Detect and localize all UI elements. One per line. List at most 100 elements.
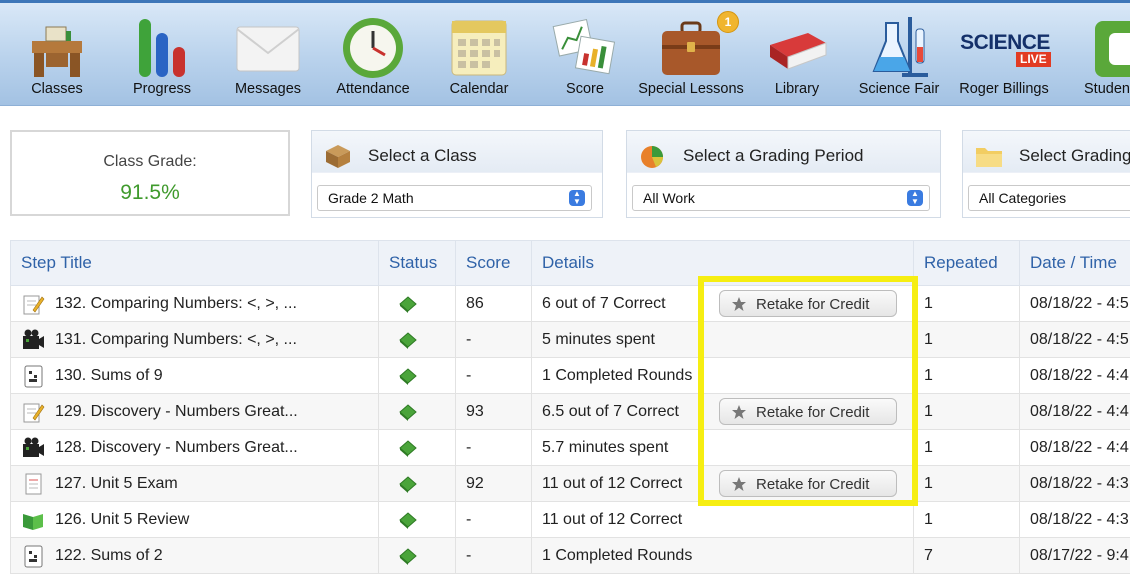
step-title-cell[interactable]: 131. Comparing Numbers: <, >, ... [10,321,379,358]
step-title-cell[interactable]: 129. Discovery - Numbers Great... [10,393,379,430]
status-complete-icon [399,475,417,493]
repeated-cell: 1 [913,285,1020,322]
worksheet-icon [24,365,43,388]
step-title-cell[interactable]: 126. Unit 5 Review [10,501,379,538]
score-cell: - [455,429,532,466]
toolbar-item-roger-billings[interactable]: SCIENCE LIVE Roger Billings [952,3,1056,106]
table-row[interactable]: 129. Discovery - Numbers Great... 93 6.5 o… [10,393,1130,430]
exam-icon [25,473,42,495]
status-cell [378,357,456,394]
toolbar-item-messages[interactable]: Messages [216,3,320,106]
step-title-cell[interactable]: 122. Sums of 2 [10,537,379,574]
class-grade-box: Class Grade: 91.5% [10,130,290,216]
toolbar-item-attendance[interactable]: Attendance [321,3,425,106]
grading-period-dropdown[interactable]: All Work ▲ ▼ [632,185,930,211]
step-title-cell[interactable]: 127. Unit 5 Exam [10,465,379,502]
score-charts-icon [552,18,616,75]
column-header-details[interactable]: Details [531,240,914,286]
bar-chart-icon [139,19,185,77]
column-header-date-time[interactable]: Date / Time [1019,240,1130,286]
toolbar-item-classes[interactable]: Classes [5,3,109,106]
repeated-cell: 1 [913,429,1020,466]
table-row[interactable]: 126. Unit 5 Review -11 out of 12 Correct 1… [10,501,1130,538]
star-icon [732,297,746,311]
status-complete-icon [399,439,417,457]
date-time-cell: 08/18/22 - 4:3 [1019,501,1130,538]
details-cell: 1 Completed Rounds [531,537,914,574]
dropdown-arrows-icon: ▲ ▼ [907,190,923,206]
worksheet-icon [24,545,43,568]
box-icon [326,145,350,168]
grading-period-dropdown-value: All Work [643,190,695,206]
step-title-cell[interactable]: 128. Discovery - Numbers Great... [10,429,379,466]
status-complete-icon [399,547,417,565]
class-dropdown[interactable]: Grade 2 Math ▲ ▼ [317,185,592,211]
class-grade-label: Class Grade: [103,153,197,170]
table-row[interactable]: 127. Unit 5 Exam 92 11 out of 12 Correct Re… [10,465,1130,502]
toolbar-item-progress[interactable]: Progress [110,3,214,106]
folder-icon [976,148,1002,167]
toolbar-item-student[interactable]: Studen [1058,3,1130,106]
details-cell: 6.5 out of 7 Correct Retake for Credit [531,393,914,430]
table-row[interactable]: 122. Sums of 2 -1 Completed Rounds 7 08/17/… [10,537,1130,574]
status-complete-icon [399,403,417,421]
steps-table: Step Title Status Score Details Repeated… [10,240,1130,574]
details-text: 5 minutes spent [542,330,655,348]
retake-for-credit-button[interactable]: Retake for Credit [719,470,897,497]
toolbar-item-calendar[interactable]: Calendar [427,3,531,106]
grading-category-dropdown[interactable]: All Categories [968,185,1130,211]
details-text: 11 out of 12 Correct [542,510,683,528]
step-title: 129. Discovery - Numbers Great... [55,402,298,420]
step-title-cell[interactable]: 130. Sums of 9 [10,357,379,394]
retake-for-credit-button[interactable]: Retake for Credit [719,290,897,317]
details-cell: 5.7 minutes spent [531,429,914,466]
details-cell: 1 Completed Rounds [531,357,914,394]
repeated-cell: 1 [913,465,1020,502]
column-header-step-title[interactable]: Step Title [10,240,379,286]
quiz-pencil-icon [23,295,45,315]
status-cell [378,537,456,574]
column-header-repeated[interactable]: Repeated [913,240,1020,286]
star-icon [732,405,746,419]
select-grading-period-title: Select a Grading Period [683,146,864,165]
retake-label: Retake for Credit [756,296,870,313]
details-text: 11 out of 12 Correct [542,474,683,492]
score-cell: - [455,321,532,358]
column-header-status[interactable]: Status [378,240,456,286]
repeated-cell: 1 [913,321,1020,358]
status-complete-icon [399,511,417,529]
toolbar-item-library[interactable]: Library [745,3,849,106]
score-cell: 93 [455,393,532,430]
table-row[interactable]: 130. Sums of 9 -1 Completed Rounds 1 08/18/… [10,357,1130,394]
science-live-logo: SCIENCE LIVE [960,31,1051,67]
toolbar-item-special-lessons[interactable]: 1 Special Lessons [638,3,744,106]
score-cell: 86 [455,285,532,322]
toolbar-item-science-fair[interactable]: Science Fair [847,3,951,106]
flask-icon [872,17,928,77]
details-text: 1 Completed Rounds [542,366,693,384]
step-title: 130. Sums of 9 [55,366,163,384]
details-cell: 11 out of 12 Correct Retake for Credit [531,465,914,502]
step-title: 127. Unit 5 Exam [55,474,178,492]
toolbar-label: Studen [1084,81,1130,97]
table-row[interactable]: 128. Discovery - Numbers Great... -5.7 mi… [10,429,1130,466]
student-icon [1095,21,1130,77]
date-time-cell: 08/18/22 - 4:5 [1019,321,1130,358]
toolbar-item-score[interactable]: Score [533,3,637,106]
quiz-pencil-icon [23,403,45,423]
column-header-score[interactable]: Score [455,240,532,286]
date-time-cell: 08/18/22 - 4:4 [1019,429,1130,466]
retake-for-credit-button[interactable]: Retake for Credit [719,398,897,425]
table-row[interactable]: 132. Comparing Numbers: <, >, ... 86 6 out… [10,285,1130,322]
video-icon [23,437,44,457]
details-text: 6.5 out of 7 Correct [542,402,679,420]
date-time-cell: 08/18/22 - 4:5 [1019,285,1130,322]
status-complete-icon [399,295,417,313]
step-title: 128. Discovery - Numbers Great... [55,438,298,456]
date-time-cell: 08/18/22 - 4:4 [1019,357,1130,394]
repeated-cell: 1 [913,393,1020,430]
table-row[interactable]: 131. Comparing Numbers: <, >, ... -5 minu… [10,321,1130,358]
step-title-cell[interactable]: 132. Comparing Numbers: <, >, ... [10,285,379,322]
select-class-title: Select a Class [368,146,477,165]
status-cell [378,321,456,358]
